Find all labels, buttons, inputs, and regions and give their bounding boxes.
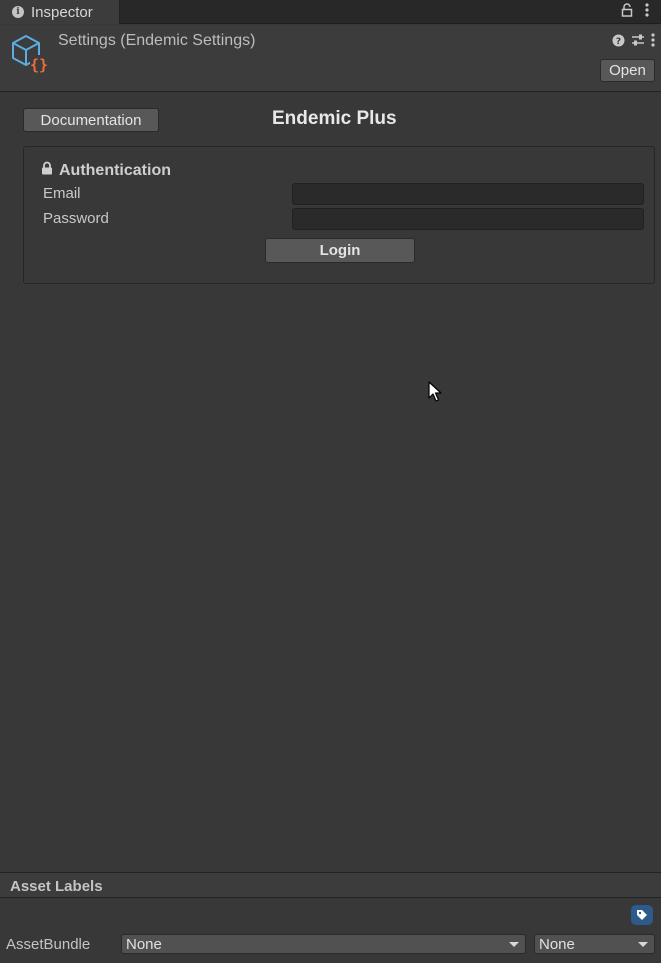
more-options-icon[interactable] [645, 3, 649, 17]
authentication-title: Authentication [59, 161, 171, 179]
chevron-down-icon [509, 942, 519, 947]
lock-icon [41, 161, 53, 180]
help-icon[interactable]: ? [612, 34, 625, 51]
assetbundle-dropdown[interactable]: None [121, 934, 526, 954]
login-button[interactable]: Login [265, 238, 415, 263]
assetbundle-label: AssetBundle [6, 936, 91, 953]
svg-text:{}: {} [30, 56, 48, 73]
svg-text:?: ? [616, 37, 621, 47]
info-icon: i [12, 6, 24, 18]
preset-settings-icon[interactable] [631, 33, 645, 51]
scriptable-object-icon: {} [10, 33, 50, 74]
asset-label-tag-icon[interactable] [631, 905, 653, 925]
password-field[interactable] [292, 208, 644, 230]
tab-inspector[interactable]: i Inspector [0, 0, 120, 24]
authentication-heading: Authentication [41, 161, 171, 180]
password-label: Password [43, 210, 109, 227]
assetbundle-value: None [126, 935, 162, 953]
inspector-header: {} Settings (Endemic Settings) ? Open [0, 25, 661, 92]
mouse-cursor-icon [428, 381, 442, 407]
asset-labels-header[interactable]: Asset Labels [0, 873, 661, 898]
window-tab-bar: i Inspector [0, 0, 661, 24]
assetbundle-variant-dropdown[interactable]: None [534, 934, 655, 954]
context-menu-icon[interactable] [651, 33, 655, 51]
asset-labels-title: Asset Labels [10, 878, 103, 895]
email-label: Email [43, 185, 81, 202]
tab-inspector-label: Inspector [31, 3, 93, 21]
assetbundle-variant-value: None [539, 935, 575, 953]
lock-icon[interactable] [621, 3, 633, 17]
authentication-panel: Authentication Email Password Login [23, 146, 655, 284]
asset-title: Settings (Endemic Settings) [58, 32, 256, 49]
email-field[interactable] [292, 183, 644, 205]
open-button[interactable]: Open [600, 59, 655, 82]
plugin-title: Endemic Plus [272, 108, 397, 129]
documentation-button[interactable]: Documentation [23, 108, 159, 132]
chevron-down-icon [638, 942, 648, 947]
